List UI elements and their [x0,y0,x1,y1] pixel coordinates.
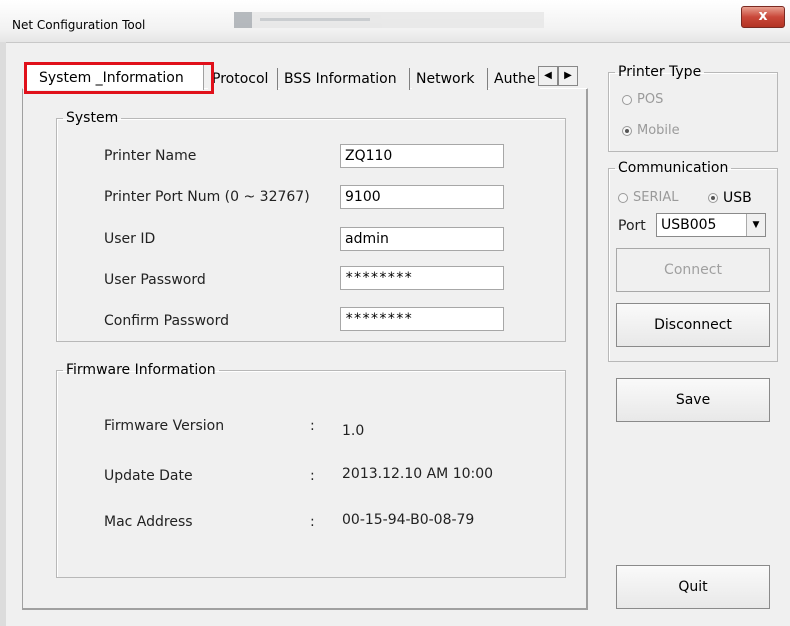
tab-bss-information[interactable]: BSS Information [280,68,410,90]
serial-option[interactable]: SERIAL [618,190,678,205]
printer-type-group: Printer Type [608,64,778,152]
printer-type-mobile-option[interactable]: Mobile [622,123,680,138]
disconnect-button[interactable]: Disconnect [616,303,770,347]
quit-button[interactable]: Quit [616,565,770,609]
user-id-label: User ID [104,231,156,247]
tab-system-information[interactable]: System _Information [24,64,204,90]
mac-address-label: Mac Address [104,514,193,530]
usb-option[interactable]: USB [708,190,752,206]
port-select[interactable]: USB005 ▼ [656,213,766,237]
tab-network[interactable]: Network [412,68,488,90]
printer-type-pos-option[interactable]: POS [622,92,663,107]
radio-selected-icon [708,193,718,203]
serial-label: SERIAL [633,190,679,205]
tab-scroll-left-icon[interactable]: ◀ [538,66,558,86]
mac-address-colon: : [310,514,315,530]
user-id-input[interactable]: admin [340,227,504,251]
pos-label: POS [637,92,664,107]
port-select-label: Port [618,218,646,234]
printer-type-legend: Printer Type [618,64,702,80]
title-bar[interactable]: Net Configuration Tool x [0,0,790,43]
tab-protocol[interactable]: Protocol [208,68,278,90]
window-title: Net Configuration Tool [12,18,146,32]
connect-button[interactable]: Connect [616,248,770,292]
firmware-version-label: Firmware Version [104,418,225,434]
port-select-value: USB005 [661,217,717,233]
port-label: Printer Port Num (0 ~ 32767) [104,189,310,205]
user-password-label: User Password [104,272,206,288]
tab-scroll-arrows: ◀ ▶ [538,66,582,86]
update-date-colon: : [310,468,315,484]
system-legend: System [66,110,119,126]
firmware-legend: Firmware Information [66,362,216,378]
confirm-password-input[interactable]: ******** [340,307,504,331]
radio-selected-icon [622,125,632,136]
tab-authentication[interactable]: Authe [490,68,540,90]
save-button[interactable]: Save [616,378,770,422]
firmware-version-colon: : [310,418,315,434]
mobile-label: Mobile [637,123,680,138]
radio-icon [622,94,632,105]
tab-scroll-right-icon[interactable]: ▶ [558,66,578,86]
communication-legend: Communication [618,160,729,176]
firmware-version-value: 1.0 [342,423,365,439]
printer-name-label: Printer Name [104,148,197,164]
close-button[interactable]: x [741,6,785,28]
radio-icon [618,192,628,203]
window-edge [0,42,6,626]
background-window-ghost [234,12,544,28]
confirm-password-label: Confirm Password [104,313,230,329]
usb-label: USB [723,190,752,206]
mac-address-value: 00-15-94-B0-08-79 [342,512,475,528]
update-date-label: Update Date [104,468,193,484]
update-date-value: 2013.12.10 AM 10:00 [342,466,494,482]
user-password-input[interactable]: ******** [340,266,504,290]
chevron-down-icon[interactable]: ▼ [746,214,765,236]
port-input[interactable]: 9100 [340,185,504,209]
app-window: Net Configuration Tool x System _Informa… [0,0,790,626]
printer-name-input[interactable]: ZQ110 [340,144,504,168]
